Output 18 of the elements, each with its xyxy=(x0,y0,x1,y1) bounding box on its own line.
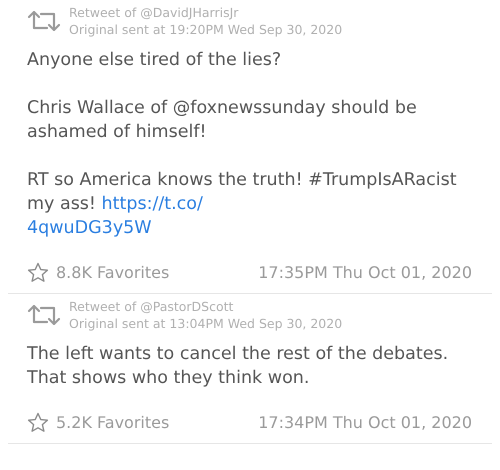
retweet-icon xyxy=(27,9,61,33)
tweet-text: Anyone else tired of the lies? xyxy=(27,49,282,72)
link[interactable]: 4qwuDG3y5W xyxy=(27,218,152,238)
tweet-text: Chris Wallace of @foxnewssunday should be ashamed of himself! xyxy=(27,97,418,144)
tweet-text: The left wants to cancel the rest of the debates. That shows who they think won. xyxy=(27,343,450,390)
star-icon[interactable] xyxy=(27,262,49,283)
tweet-text: RT so America knows the truth! #TrumpIsARacist my ass! https://t.co/ 4qwuDG3y5W xyxy=(27,169,458,240)
original-timestamp: Original sent at 19:20PM Wed Sep 30, 2020 xyxy=(69,21,342,38)
retweet-icon xyxy=(27,303,61,327)
link[interactable]: https://t.co/ xyxy=(102,194,203,214)
tweet-time: 17:35PM Thu Oct 01, 2020 xyxy=(258,263,472,282)
retweet-source: Retweet of @PastorDScott xyxy=(69,298,234,315)
star-icon[interactable] xyxy=(27,412,49,433)
favorites-count: 5.2K Favorites xyxy=(56,413,170,432)
tweet-time: 17:34PM Thu Oct 01, 2020 xyxy=(258,413,472,432)
original-timestamp: Original sent at 13:04PM Wed Sep 30, 2020 xyxy=(69,315,342,332)
retweet-source: Retweet of @DavidJHarrisJr xyxy=(69,4,240,21)
favorites-count: 8.8K Favorites xyxy=(56,263,170,282)
